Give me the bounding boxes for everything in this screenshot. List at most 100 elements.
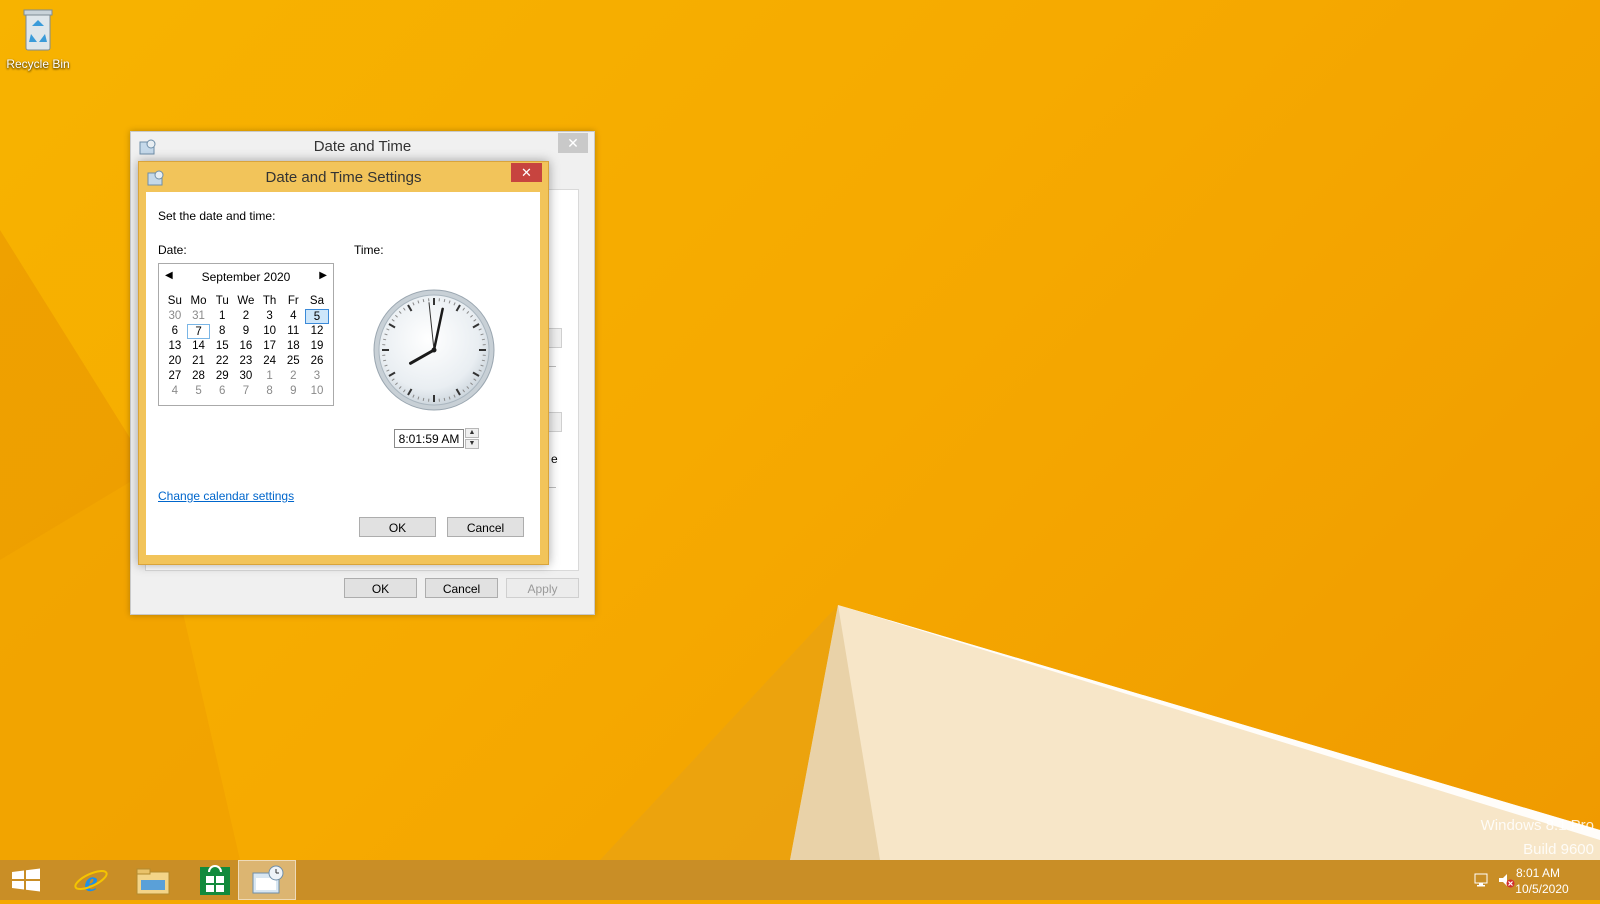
weekday-label: Tu — [210, 294, 234, 309]
calendar-week: 20 21 22 23 24 25 26 — [163, 354, 329, 369]
ok-button[interactable]: OK — [359, 517, 436, 537]
calendar-day[interactable]: 6 — [210, 384, 234, 399]
minute-tick — [423, 398, 424, 401]
minute-tick — [444, 299, 445, 302]
calendar-day[interactable]: 2 — [234, 309, 258, 324]
calendar-day[interactable]: 22 — [210, 354, 234, 369]
taskbar-clock-time[interactable]: 8:01 AM — [1508, 866, 1568, 880]
file-explorer-button[interactable] — [124, 860, 182, 900]
calendar-day[interactable]: 1 — [258, 369, 282, 384]
calendar-day[interactable]: 27 — [163, 369, 187, 384]
calendar-day[interactable]: 15 — [210, 339, 234, 354]
calendar-day[interactable]: 30 — [163, 309, 187, 324]
dialog-body: Set the date and time: Date: Time: ◀ Sep… — [146, 192, 540, 555]
change-calendar-settings-link[interactable]: Change calendar settings — [158, 489, 294, 503]
calendar-day[interactable]: 23 — [234, 354, 258, 369]
calendar-day[interactable]: 4 — [163, 384, 187, 399]
time-input[interactable]: 8:01:59 AM — [394, 429, 464, 448]
store-button[interactable] — [186, 860, 244, 900]
calendar-day[interactable]: 21 — [187, 354, 211, 369]
spin-up-button[interactable]: ▲ — [465, 428, 479, 438]
weekday-label: Th — [258, 294, 282, 309]
calendar-week: 27 28 29 30 1 2 3 — [163, 369, 329, 384]
recycle-bin-label: Recycle Bin — [6, 57, 70, 71]
calendar-day[interactable]: 8 — [210, 324, 234, 339]
calendar-day[interactable]: 10 — [305, 384, 329, 399]
date-and-time-settings-dialog: Date and Time Settings ✕ Set the date an… — [138, 161, 549, 565]
calendar-day[interactable]: 8 — [258, 384, 282, 399]
cancel-button[interactable]: Cancel — [425, 578, 498, 598]
calendar-day[interactable]: 7 — [234, 384, 258, 399]
calendar-day-hovered[interactable]: 7 — [187, 324, 211, 339]
calendar-day[interactable]: 9 — [234, 324, 258, 339]
weekday-label: Sa — [305, 294, 329, 309]
calendar-week: 4 5 6 7 8 9 10 — [163, 384, 329, 399]
calendar-day[interactable]: 29 — [210, 369, 234, 384]
calendar-day[interactable]: 13 — [163, 339, 187, 354]
spin-down-button[interactable]: ▼ — [465, 439, 479, 449]
title-bar[interactable]: Date and Time ✕ — [131, 132, 594, 162]
close-button[interactable]: ✕ — [511, 163, 542, 182]
calendar-day-selected[interactable]: 5 — [305, 309, 329, 324]
calendar-day[interactable]: 18 — [281, 339, 305, 354]
calendar-day[interactable]: 5 — [187, 384, 211, 399]
chevron-right-icon: ▶ — [319, 270, 327, 281]
recycle-bin-icon — [18, 6, 58, 52]
calendar-day[interactable]: 2 — [281, 369, 305, 384]
close-icon: ✕ — [567, 135, 579, 151]
weekday-label: We — [234, 294, 258, 309]
apply-button[interactable]: Apply — [506, 578, 579, 598]
network-icon[interactable] — [1473, 872, 1489, 888]
calendar-day[interactable]: 1 — [210, 309, 234, 324]
calendar-day[interactable]: 4 — [281, 309, 305, 324]
calendar-day[interactable]: 9 — [281, 384, 305, 399]
minute-tick — [423, 299, 424, 302]
calendar-day[interactable]: 6 — [163, 324, 187, 339]
weekday-label: Fr — [281, 294, 305, 309]
calendar-day[interactable]: 31 — [187, 309, 211, 324]
calendar-day[interactable]: 26 — [305, 354, 329, 369]
close-button[interactable]: ✕ — [558, 133, 588, 153]
folder-icon — [124, 860, 182, 900]
calendar-day[interactable]: 28 — [187, 369, 211, 384]
calendar-day[interactable]: 25 — [281, 354, 305, 369]
calendar-day[interactable]: 16 — [234, 339, 258, 354]
dialog-title: Date and Time Settings — [139, 169, 548, 186]
start-button[interactable] — [0, 860, 58, 900]
minute-tick — [482, 360, 485, 361]
internet-explorer-button[interactable]: e — [62, 860, 120, 900]
next-month-button[interactable]: ▶ — [319, 270, 327, 281]
calendar-day[interactable]: 24 — [258, 354, 282, 369]
date-time-taskbar-button[interactable] — [238, 860, 296, 900]
os-build-watermark: Build 9600 — [1523, 841, 1594, 858]
weekday-label: Su — [163, 294, 187, 309]
calendar-day[interactable]: 19 — [305, 339, 329, 354]
calendar-day[interactable]: 3 — [258, 309, 282, 324]
time-spinner[interactable]: ▲ ▼ — [465, 428, 479, 449]
calendar-day[interactable]: 11 — [281, 324, 305, 339]
month-header[interactable]: September 2020 — [159, 270, 333, 284]
minute-tick — [444, 398, 445, 401]
chevron-down-icon: ▼ — [469, 440, 476, 447]
svg-text:e: e — [84, 865, 97, 898]
calendar-day[interactable]: 30 — [234, 369, 258, 384]
calendar-day[interactable]: 17 — [258, 339, 282, 354]
minute-tick — [383, 360, 386, 361]
calendar-day[interactable]: 20 — [163, 354, 187, 369]
analog-clock — [372, 288, 496, 412]
weekday-header-row: Su Mo Tu We Th Fr Sa — [163, 294, 329, 309]
calendar: ◀ September 2020 ▶ Su Mo Tu We Th Fr Sa … — [158, 263, 334, 406]
calendar-day[interactable]: 3 — [305, 369, 329, 384]
close-icon: ✕ — [521, 165, 532, 180]
internet-explorer-icon: e — [62, 860, 120, 900]
calendar-day[interactable]: 12 — [305, 324, 329, 339]
recycle-bin-shortcut[interactable]: Recycle Bin — [6, 6, 70, 71]
date-time-app-icon — [239, 861, 297, 901]
ok-button[interactable]: OK — [344, 578, 417, 598]
dialog-title: Date and Time — [131, 138, 594, 155]
instruction-text: Set the date and time: — [158, 209, 275, 223]
cancel-button[interactable]: Cancel — [447, 517, 524, 537]
taskbar-clock-date[interactable]: 10/5/2020 — [1508, 882, 1576, 896]
calendar-day[interactable]: 14 — [187, 339, 211, 354]
calendar-day[interactable]: 10 — [258, 324, 282, 339]
